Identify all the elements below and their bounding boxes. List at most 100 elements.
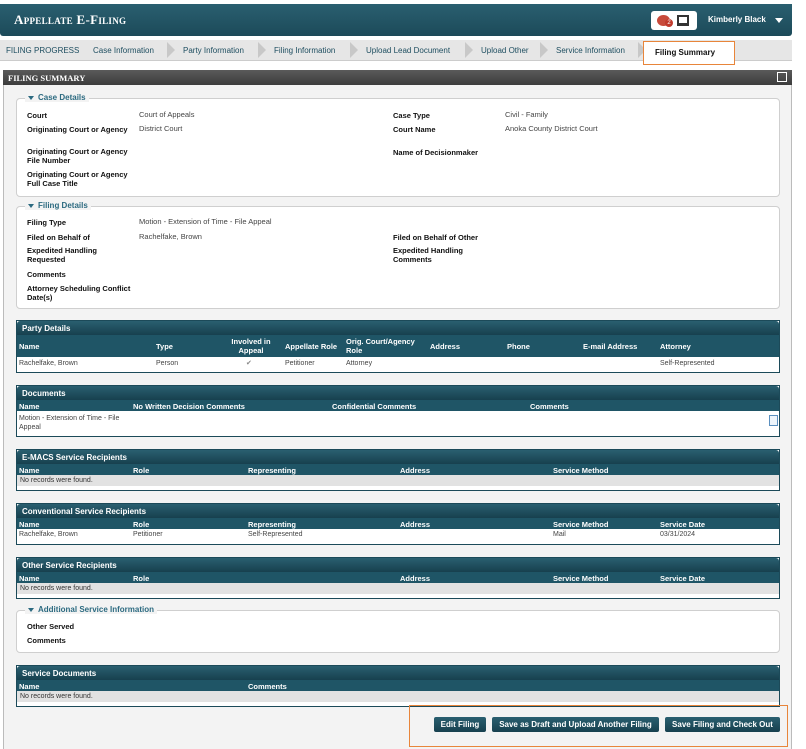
field-label: Filed on Behalf of Other xyxy=(393,233,479,242)
empty-message: No records were found. xyxy=(17,583,779,594)
table-row: Rachelfake, Brown Petitioner Self-Repres… xyxy=(17,529,779,540)
party-details-grid: Party Details Name Type Involved in Appe… xyxy=(16,320,780,373)
column-header: Address xyxy=(400,574,431,583)
document-icon[interactable] xyxy=(769,415,778,426)
field-label: Attorney Scheduling Conflict Date(s) xyxy=(27,284,131,302)
grid-title: E-MACS Service Recipients xyxy=(17,450,779,464)
grid-title: Service Documents xyxy=(17,666,779,680)
column-header: Involved in Appeal xyxy=(231,337,271,355)
cell-orig-role: Attorney xyxy=(346,360,373,367)
field-value: Rachelfake, Brown xyxy=(139,232,202,241)
column-header: Service Method xyxy=(553,574,609,583)
empty-message: No records were found. xyxy=(17,691,779,702)
user-menu[interactable]: Kimberly Black xyxy=(708,15,766,24)
step-separator xyxy=(258,42,266,58)
emacs-recipients-grid: E-MACS Service Recipients Name Role Repr… xyxy=(16,449,780,491)
column-header: Role xyxy=(133,520,150,529)
field-label: Filing Type xyxy=(27,218,67,227)
step-party-information[interactable]: Party Information xyxy=(183,46,244,55)
field-label: Expedited Handling Requested xyxy=(27,246,98,264)
save-checkout-button[interactable]: Save Filing and Check Out xyxy=(665,717,780,732)
step-separator xyxy=(465,42,473,58)
case-details-legend[interactable]: Case Details xyxy=(25,93,89,102)
table-row: Motion - Extension of Time - File Appeal xyxy=(17,411,779,435)
cell-name: Rachelfake, Brown xyxy=(19,360,78,367)
case-details-legend-text: Case Details xyxy=(38,93,86,102)
table-row: Rachelfake, Brown Person ✔ Petitioner At… xyxy=(17,357,779,371)
column-header: Name xyxy=(19,574,40,583)
notifications-icon[interactable]: 2 xyxy=(657,15,673,27)
step-service-information[interactable]: Service Information xyxy=(556,46,625,55)
step-case-information[interactable]: Case Information xyxy=(93,46,154,55)
step-filing-information[interactable]: Filing Information xyxy=(274,46,335,55)
field-label: Other Served xyxy=(27,622,75,631)
field-label: Expedited Handling Comments xyxy=(393,246,464,264)
field-value: Motion - Extension of Time - File Appeal xyxy=(139,217,272,226)
column-header: Service Method xyxy=(553,520,609,529)
field-value: Anoka County District Court xyxy=(505,124,598,133)
grid-header: Name No Written Decision Comments Confid… xyxy=(17,400,779,411)
other-recipients-grid: Other Service Recipients Name Role Addre… xyxy=(16,557,780,599)
column-header: Confidential Comments xyxy=(332,402,417,411)
column-header: Name xyxy=(19,466,40,475)
step-separator xyxy=(540,42,548,58)
grid-header: Name Comments xyxy=(17,680,779,691)
field-value: District Court xyxy=(139,124,183,133)
field-label: Comments xyxy=(27,636,66,645)
grid-header: Name Role Representing Address Service M… xyxy=(17,518,779,529)
column-header: Address xyxy=(400,520,431,529)
column-header: Service Date xyxy=(660,520,706,529)
field-label: Originating Court or Agency xyxy=(27,125,128,134)
collapse-icon xyxy=(28,95,34,100)
chevron-down-icon[interactable] xyxy=(775,18,783,23)
grid-header: Name Role Address Service Method Service… xyxy=(17,572,779,583)
grid-title: Documents xyxy=(17,386,779,400)
column-header: Name xyxy=(19,682,40,691)
step-filing-summary[interactable]: Filing Summary xyxy=(643,41,735,65)
step-separator xyxy=(167,42,175,58)
column-header: Type xyxy=(156,342,173,351)
field-label: Court xyxy=(27,111,47,120)
check-icon: ✔ xyxy=(246,360,252,367)
notification-count: 2 xyxy=(665,19,673,27)
column-header: Representing xyxy=(248,520,296,529)
cell-service-date: 03/31/2024 xyxy=(660,531,696,538)
grid-title: Party Details xyxy=(17,321,779,335)
documents-grid: Documents Name No Written Decision Comme… xyxy=(16,385,780,437)
step-upload-lead-document[interactable]: Upload Lead Document xyxy=(366,46,450,55)
edit-filing-button[interactable]: Edit Filing xyxy=(434,717,486,732)
step-filing-summary-label: Filing Summary xyxy=(655,48,716,57)
cell-attorney: Self-Represented xyxy=(660,360,715,367)
column-header: E-mail Address xyxy=(583,342,638,351)
collapse-icon xyxy=(28,203,34,208)
column-header: Name xyxy=(19,342,40,351)
service-documents-grid: Service Documents Name Comments No recor… xyxy=(16,665,780,707)
field-value: Court of Appeals xyxy=(139,110,195,119)
filing-details-fieldset: Filing Details Filing Type Motion - Exte… xyxy=(16,201,780,309)
column-header: Comments xyxy=(248,682,287,691)
cart-icon[interactable] xyxy=(677,15,689,26)
grid-header: Name Type Involved in Appeal Appellate R… xyxy=(17,335,779,357)
column-header: Role xyxy=(133,466,150,475)
additional-service-legend[interactable]: Additional Service Information xyxy=(25,605,158,614)
case-details-fieldset: Case Details Court Court of Appeals Orig… xyxy=(16,93,780,197)
field-value: Civil - Family xyxy=(505,110,548,119)
header-icons: 2 xyxy=(651,11,697,30)
filing-details-legend[interactable]: Filing Details xyxy=(25,201,91,210)
expand-icon[interactable] xyxy=(777,72,787,82)
cell-document-name: Motion - Extension of Time - File Appeal xyxy=(19,415,120,431)
save-draft-button[interactable]: Save as Draft and Upload Another Filing xyxy=(492,717,659,732)
field-label: Originating Court or Agency File Number xyxy=(27,147,128,165)
conventional-recipients-grid: Conventional Service Recipients Name Rol… xyxy=(16,503,780,545)
progress-label: FILING PROGRESS xyxy=(6,46,80,55)
column-header: Role xyxy=(133,574,150,583)
additional-service-fieldset: Additional Service Information Other Ser… xyxy=(16,605,780,653)
column-header: Service Date xyxy=(660,574,706,583)
collapse-icon xyxy=(28,607,34,612)
app-title: Appellate E-Filing xyxy=(14,12,127,27)
column-header: No Written Decision Comments xyxy=(133,402,245,411)
additional-service-legend-text: Additional Service Information xyxy=(38,605,155,614)
step-upload-other[interactable]: Upload Other xyxy=(481,46,529,55)
grid-title: Conventional Service Recipients xyxy=(17,504,779,518)
column-header: Name xyxy=(19,520,40,529)
